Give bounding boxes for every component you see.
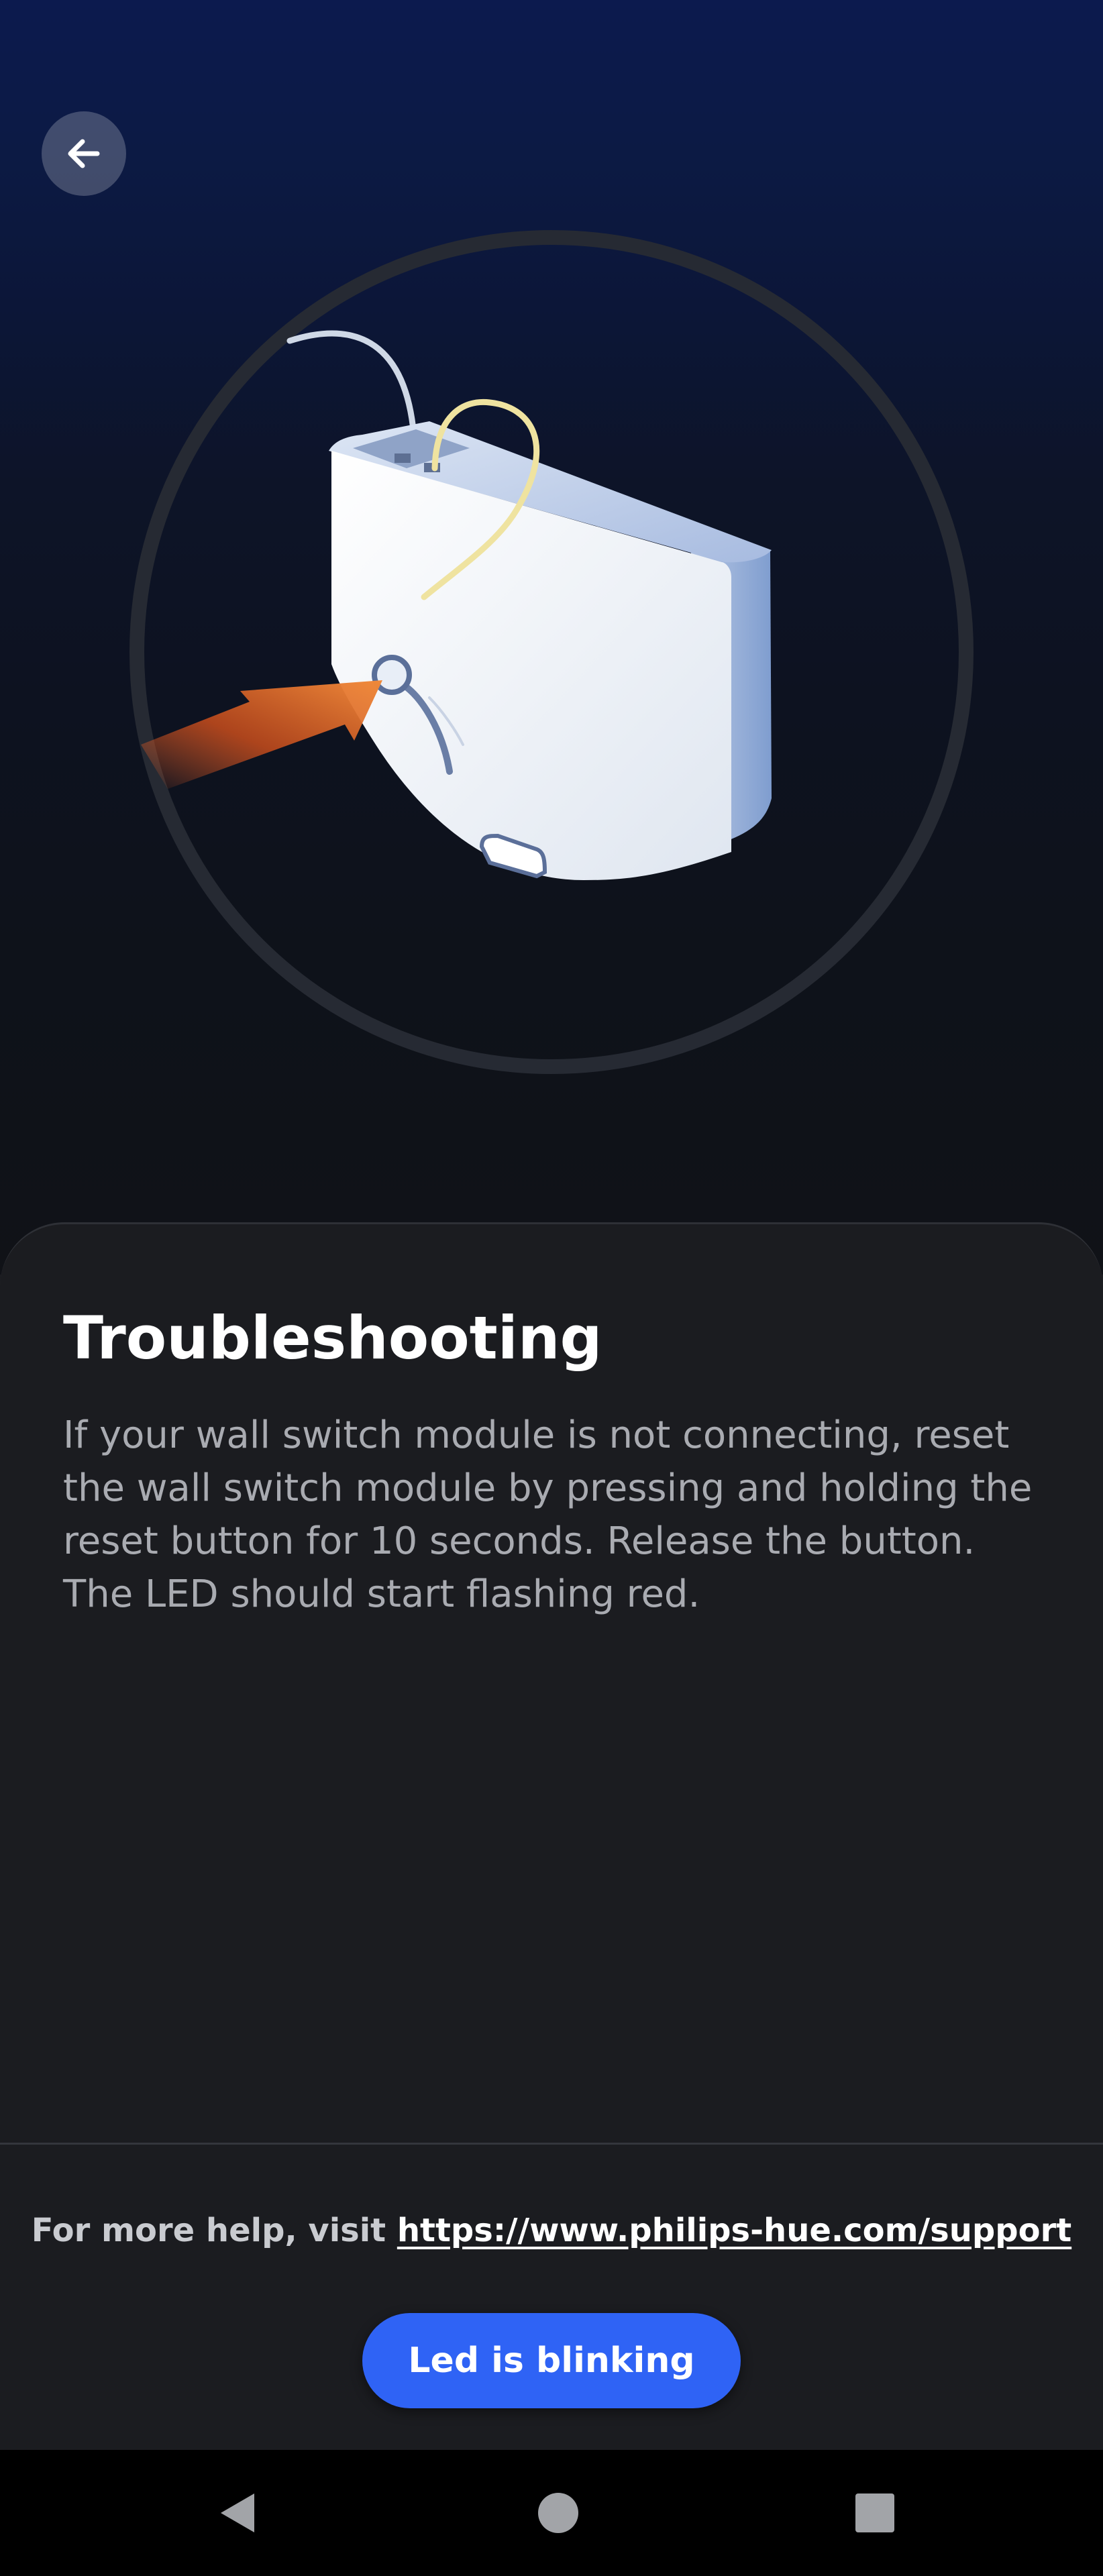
pointer-arrow xyxy=(141,680,382,789)
system-navigation-bar xyxy=(0,2450,1103,2576)
system-home-button[interactable] xyxy=(491,2450,625,2576)
troubleshooting-description: If your wall switch module is not connec… xyxy=(63,1413,1033,1616)
square-recents-icon xyxy=(855,2493,894,2532)
help-prefix: For more help, visit xyxy=(31,2212,397,2249)
led-is-blinking-button[interactable]: Led is blinking xyxy=(362,2313,741,2408)
footer-divider xyxy=(0,2143,1103,2145)
system-recents-button[interactable] xyxy=(808,2450,942,2576)
white-wire xyxy=(286,330,417,433)
page-title: Troubleshooting xyxy=(63,1303,602,1373)
back-button[interactable] xyxy=(42,111,126,196)
help-row: For more help, visit https://www.philips… xyxy=(0,2207,1103,2254)
support-link[interactable]: https://www.philips-hue.com/support xyxy=(397,2212,1071,2249)
arrow-left-icon xyxy=(68,139,100,168)
reset-button-illustration xyxy=(129,230,974,1074)
reset-button xyxy=(372,655,412,695)
triangle-back-icon xyxy=(221,2493,254,2532)
troubleshooting-screen: Troubleshooting If your wall switch modu… xyxy=(0,0,1103,2576)
circle-home-icon xyxy=(538,2493,578,2533)
system-back-button[interactable] xyxy=(170,2450,305,2576)
